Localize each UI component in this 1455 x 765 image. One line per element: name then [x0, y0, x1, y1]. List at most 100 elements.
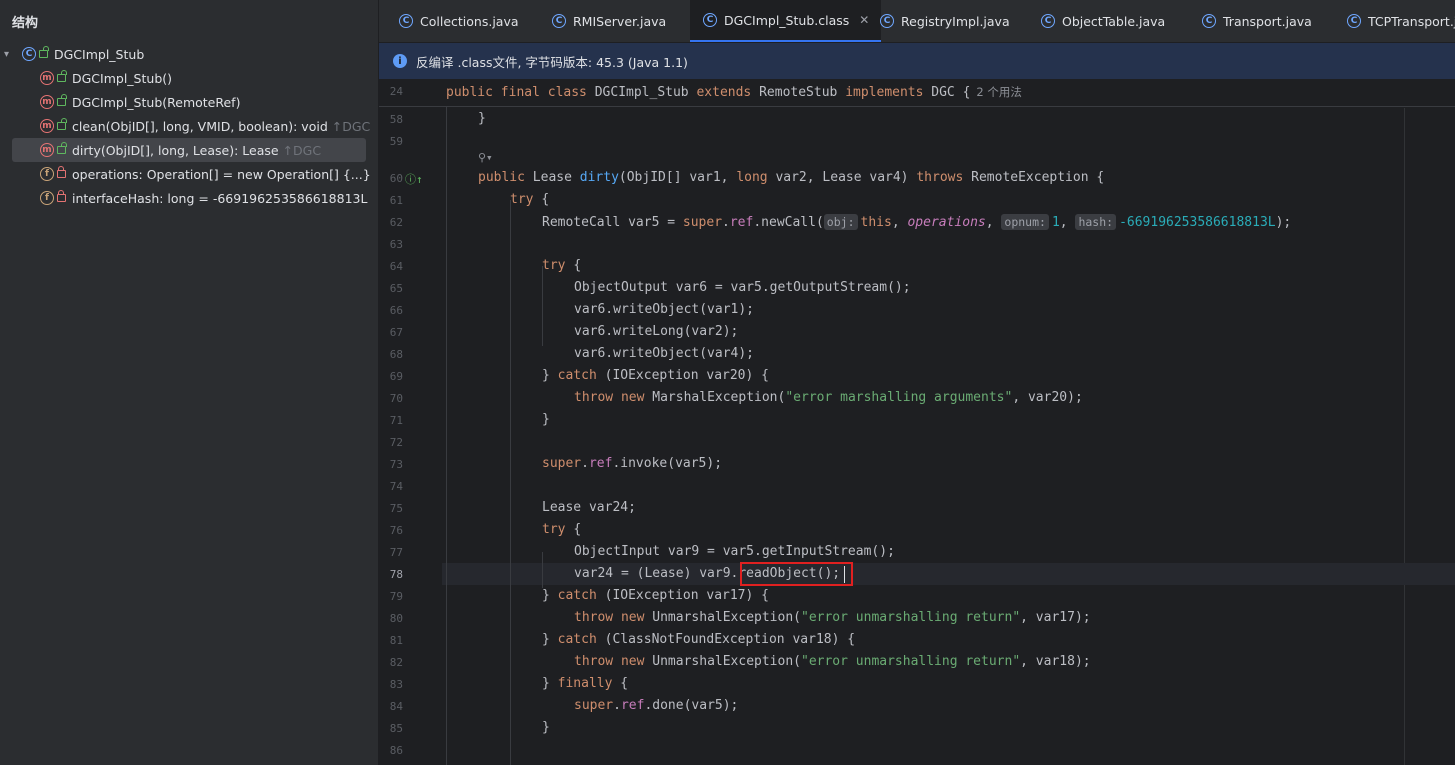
line-number: 62 — [389, 216, 403, 229]
tree-item-label: dirty(ObjID[], long, Lease): Lease — [72, 142, 279, 158]
tree-item-operations[interactable]: f operations: Operation[] = new Operatio… — [40, 162, 371, 186]
public-icon — [57, 94, 67, 106]
tab-rmiserver[interactable]: C RMIServer.java — [552, 0, 666, 42]
tree-item-dirty[interactable]: m dirty(ObjID[], long, Lease): Lease ↑DG… — [12, 138, 366, 162]
tree-item-label: interfaceHash: long = -66919625358661881… — [72, 190, 368, 206]
code-line: } — [542, 720, 550, 735]
code-line: try { — [510, 192, 550, 207]
tree-item-interfacehash[interactable]: f interfaceHash: long = -669196253586618… — [40, 186, 367, 210]
tab-label: ObjectTable.java — [1062, 13, 1166, 29]
tree-item-label: DGCImpl_Stub(RemoteRef) — [72, 94, 241, 110]
tree-item-clean[interactable]: m clean(ObjID[], long, VMID, boolean): v… — [40, 114, 370, 138]
code-line: throw new UnmarshalException("error unma… — [574, 654, 1091, 669]
public-icon — [57, 142, 67, 154]
code-line: var6.writeObject(var1); — [574, 302, 755, 317]
tab-tcptransport[interactable]: C TCPTransport.java — [1347, 0, 1455, 42]
code-line: ObjectOutput var6 = var5.getOutputStream… — [574, 280, 911, 295]
line-number: 80 — [389, 612, 403, 625]
text-caret — [844, 566, 845, 583]
tree-root[interactable]: ▾ C DGCImpl_Stub — [0, 42, 144, 66]
code-line: try { — [542, 522, 582, 537]
param-hint: hash: — [1075, 214, 1117, 230]
code-line: } finally { — [542, 676, 629, 691]
decompiled-banner: i 反编译 .class文件, 字节码版本: 45.3 (Java 1.1) — [379, 43, 1455, 79]
line-number: 85 — [389, 722, 403, 735]
class-icon: C — [399, 14, 413, 28]
code-line: super.ref.invoke(var5); — [542, 456, 723, 471]
tab-registryimpl[interactable]: C RegistryImpl.java — [880, 0, 1010, 42]
chevron-down-icon[interactable]: ▾ — [4, 49, 16, 60]
indent-guide — [542, 266, 543, 346]
code-line: } — [478, 111, 486, 126]
banner-text: 反编译 .class文件, 字节码版本: 45.3 (Java 1.1) — [416, 54, 688, 70]
line-number: 74 — [389, 480, 403, 493]
code-line: try { — [542, 258, 582, 273]
line-number: 58 — [389, 113, 403, 126]
line-number: 64 — [389, 260, 403, 273]
line-number: 78 — [389, 568, 403, 581]
method-icon: m — [40, 143, 54, 157]
tree-item-label: clean(ObjID[], long, VMID, boolean): voi… — [72, 118, 328, 134]
class-icon: C — [1347, 14, 1361, 28]
implements-method-icon[interactable]: ⓘ↑ — [405, 171, 423, 187]
class-icon: C — [1202, 14, 1216, 28]
class-icon: C — [1041, 14, 1055, 28]
tab-label: RMIServer.java — [573, 13, 667, 29]
inherited-from: ↑DGC — [331, 118, 371, 134]
code-line: Lease var24; — [542, 500, 636, 515]
public-icon — [39, 46, 49, 58]
public-icon — [57, 118, 67, 130]
method-icon: m — [40, 71, 54, 85]
line-number: 61 — [389, 194, 403, 207]
field-icon: f — [40, 167, 54, 181]
highlight-box — [740, 562, 853, 586]
decompile-hint-icon[interactable]: ⚲▾ — [478, 151, 493, 164]
sticky-class-header: 24 public final class DGCImpl_Stub exten… — [379, 80, 1455, 107]
class-icon: C — [22, 47, 36, 61]
indent-guide — [446, 106, 447, 765]
code-line: RemoteCall var5 = super.ref.newCall(obj:… — [542, 214, 1292, 230]
code-line: public Lease dirty(ObjID[] var1, long va… — [478, 170, 1105, 185]
line-number: 77 — [389, 546, 403, 559]
line-number: 82 — [389, 656, 403, 669]
line-number: 73 — [389, 458, 403, 471]
tab-objecttable[interactable]: C ObjectTable.java — [1041, 0, 1165, 42]
field-icon: f — [40, 191, 54, 205]
code-line: public final class DGCImpl_Stub extends … — [446, 85, 1022, 100]
structure-panel: 结构 ▾ C DGCImpl_Stub m DGCImpl_Stub() m D… — [0, 0, 379, 765]
code-editor[interactable]: 24 public final class DGCImpl_Stub exten… — [379, 80, 1455, 765]
line-number: 83 — [389, 678, 403, 691]
tab-collections[interactable]: C Collections.java — [399, 0, 519, 42]
line-number: 79 — [389, 590, 403, 603]
line-number: 71 — [389, 414, 403, 427]
line-number: 81 — [389, 634, 403, 647]
method-icon: m — [40, 119, 54, 133]
code-line: ObjectInput var9 = var5.getInputStream()… — [574, 544, 895, 559]
code-line: } catch (IOException var20) { — [542, 368, 769, 383]
code-line: var6.writeObject(var4); — [574, 346, 755, 361]
close-icon[interactable]: ✕ — [859, 13, 869, 27]
class-icon: C — [880, 14, 894, 28]
line-number: 65 — [389, 282, 403, 295]
tab-label: Collections.java — [420, 13, 519, 29]
info-icon: i — [393, 54, 407, 68]
tab-label: RegistryImpl.java — [901, 13, 1010, 29]
line-number: 75 — [389, 502, 403, 515]
tab-dgcimpl-stub[interactable]: C DGCImpl_Stub.class ✕ — [690, 0, 882, 42]
line-number: 86 — [389, 744, 403, 757]
line-number: 67 — [389, 326, 403, 339]
indent-guide — [510, 200, 511, 765]
line-number: 60 — [389, 172, 403, 185]
code-line: var6.writeLong(var2); — [574, 324, 739, 339]
line-number: 59 — [389, 135, 403, 148]
tree-item-constructor-remoteref[interactable]: m DGCImpl_Stub(RemoteRef) — [40, 90, 240, 114]
usage-hint[interactable]: 2 个用法 — [976, 85, 1021, 99]
tab-transport[interactable]: C Transport.java — [1202, 0, 1312, 42]
line-number: 76 — [389, 524, 403, 537]
tree-item-constructor[interactable]: m DGCImpl_Stub() — [40, 66, 172, 90]
tab-label: DGCImpl_Stub.class — [724, 12, 850, 28]
line-number: 72 — [389, 436, 403, 449]
line-number: 84 — [389, 700, 403, 713]
code-line: throw new MarshalException("error marsha… — [574, 390, 1083, 405]
line-number: 24 — [389, 85, 403, 98]
